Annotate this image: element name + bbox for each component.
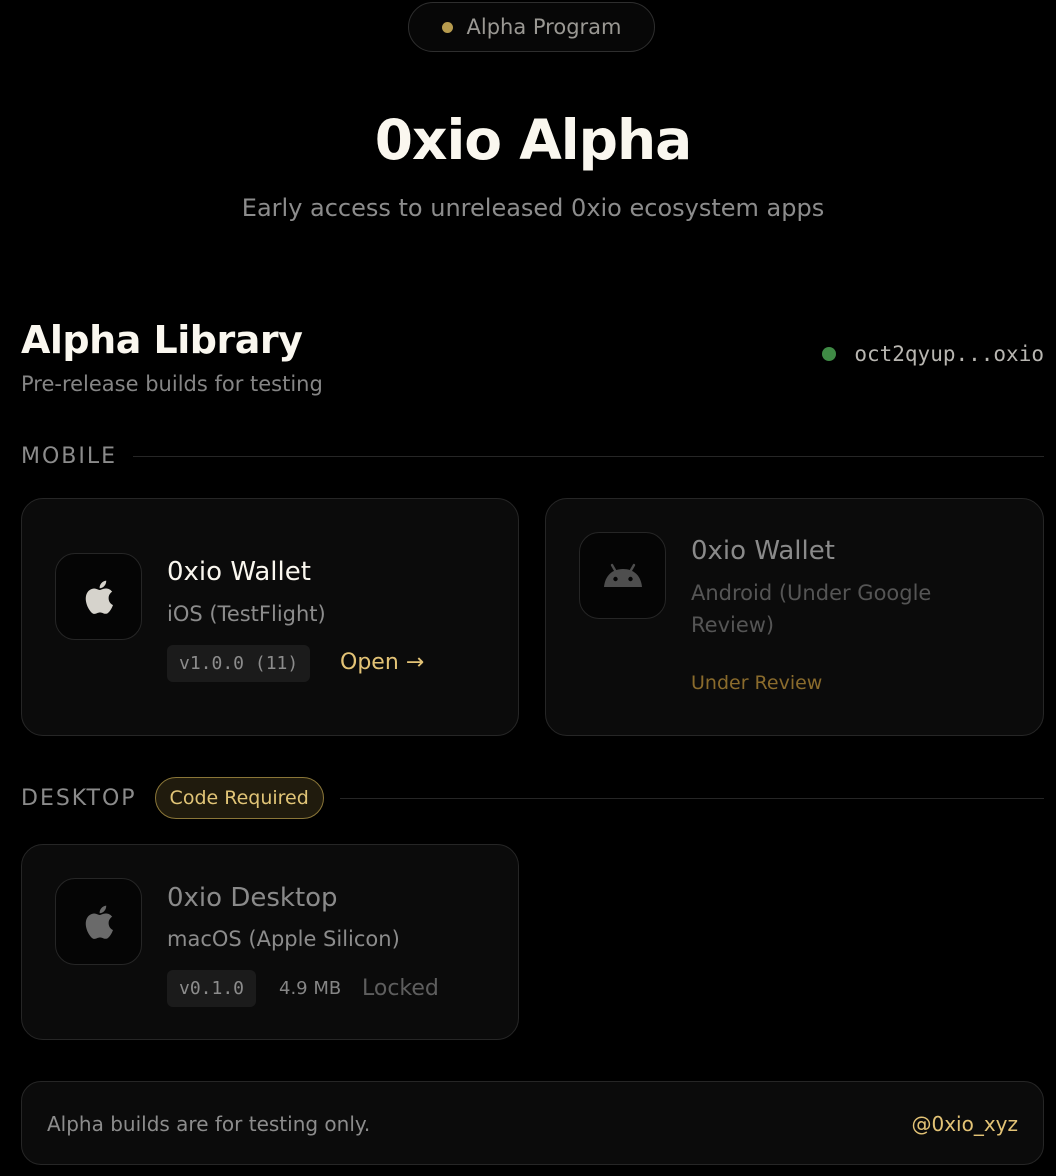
app-card-desktop: 0xio Desktop macOS (Apple Silicon) v0.1.…	[21, 844, 519, 1040]
under-review-status: Under Review	[691, 672, 823, 694]
footer-note: Alpha builds are for testing only.	[47, 1112, 371, 1136]
app-platform: Android (Under Google Review)	[691, 581, 932, 637]
file-size: 4.9 MB	[279, 978, 342, 999]
page-subtitle: Early access to unreleased 0xio ecosyste…	[241, 194, 825, 222]
code-required-badge: Code Required	[154, 777, 324, 819]
connected-wallet[interactable]: oct2qyup...oxio	[822, 342, 1044, 366]
version-tag: v1.0.0 (11)	[167, 645, 311, 682]
apple-icon	[55, 878, 142, 965]
status-dot-icon	[441, 21, 453, 33]
mobile-section-header: MOBILE	[21, 444, 1044, 469]
alpha-program-pill: Alpha Program	[408, 2, 655, 52]
app-card-android-wallet: 0xio Wallet Android (Under Google Review…	[545, 498, 1044, 736]
mobile-section-label: MOBILE	[21, 444, 118, 469]
section-divider	[339, 797, 1044, 799]
pill-label: Alpha Program	[466, 15, 622, 39]
library-subtitle: Pre-release builds for testing	[21, 372, 323, 396]
connected-indicator-icon	[822, 347, 837, 361]
twitter-handle-link[interactable]: @0xio_xyz	[911, 1112, 1018, 1136]
app-card-ios-wallet[interactable]: 0xio Wallet iOS (TestFlight) v1.0.0 (11)…	[21, 498, 519, 736]
apple-icon	[55, 553, 142, 640]
wallet-address: oct2qyup...oxio	[854, 342, 1044, 366]
app-platform: iOS (TestFlight)	[167, 602, 326, 626]
section-divider	[133, 456, 1044, 457]
desktop-section-label: DESKTOP	[21, 785, 137, 811]
page-title: 0xio Alpha	[374, 108, 693, 172]
app-name: 0xio Wallet	[167, 557, 311, 587]
library-title: Alpha Library	[21, 318, 303, 362]
open-testflight-link[interactable]: Open →	[340, 650, 424, 675]
version-tag: v0.1.0	[167, 970, 257, 1007]
app-platform: macOS (Apple Silicon)	[167, 927, 400, 951]
desktop-section-header: DESKTOP Code Required	[21, 777, 1044, 819]
android-icon	[579, 532, 666, 619]
app-name: 0xio Wallet	[691, 536, 835, 566]
locked-status: Locked	[362, 976, 439, 1001]
app-name: 0xio Desktop	[167, 883, 338, 913]
footer-banner: Alpha builds are for testing only. @0xio…	[21, 1081, 1044, 1165]
